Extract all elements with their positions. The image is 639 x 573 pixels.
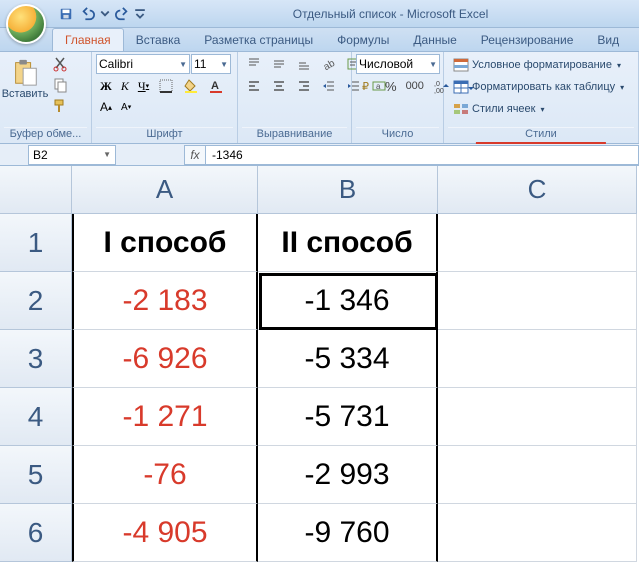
tab-review[interactable]: Рецензирование [469,29,586,51]
cell-A1[interactable]: I способ [72,214,258,272]
tab-formulas[interactable]: Формулы [325,29,401,51]
align-center-icon[interactable] [267,76,291,96]
number-format-combo[interactable]: Числовой▼ [356,54,440,74]
cell-A5[interactable]: -76 [72,446,258,504]
orientation-icon[interactable]: ab [317,54,341,74]
tab-view[interactable]: Вид [585,29,631,51]
cell-B2[interactable]: -1 346 [258,272,438,330]
fill-color-icon[interactable] [179,76,203,96]
accounting-format-icon[interactable]: ₽ [356,76,380,96]
redo-icon[interactable] [112,4,132,24]
row-header-5[interactable]: 5 [0,446,72,504]
title-bar: Отдельный список - Microsoft Excel [0,0,639,28]
svg-text:,00: ,00 [434,88,444,94]
tab-page-layout[interactable]: Разметка страницы [192,29,325,51]
fx-button[interactable]: fx [184,145,206,165]
row-header-4[interactable]: 4 [0,388,72,446]
group-styles: Условное форматирование▾ Форматировать к… [444,52,639,143]
underline-button[interactable]: Ч ▾ [134,77,153,96]
border-icon[interactable] [154,76,178,96]
align-left-icon[interactable] [242,76,266,96]
decrease-indent-icon[interactable] [317,76,341,96]
qat-customize-icon[interactable] [134,4,146,24]
formula-bar: B2▼ fx -1346 [0,144,639,166]
cell-B1[interactable]: II способ [258,214,438,272]
col-header-A[interactable]: A [72,166,258,214]
svg-text:₽: ₽ [362,81,369,93]
tab-home[interactable]: Главная [52,28,124,51]
group-font: Calibri▼ 11▼ Ж К Ч ▾ A A▴ A▾ Шрифт [92,52,238,143]
align-bottom-icon[interactable] [292,54,316,74]
col-header-B[interactable]: B [258,166,438,214]
cell-C2[interactable] [438,272,637,330]
row-header-6[interactable]: 6 [0,504,72,562]
paste-label: Вставить [2,89,49,100]
ribbon-tabs: Главная Вставка Разметка страницы Формул… [0,28,639,52]
formula-input[interactable]: -1346 [206,145,639,165]
clipboard-label: Буфер обме... [4,127,87,143]
cell-A4[interactable]: -1 271 [72,388,258,446]
italic-button[interactable]: К [117,77,133,96]
styles-label: Стили [448,127,634,143]
ribbon: Вставить Буфер обме... Calibri▼ 11▼ Ж К … [0,52,639,144]
shrink-font-icon[interactable]: A▾ [117,100,135,115]
office-button[interactable] [6,4,46,44]
quick-access-toolbar [56,4,146,24]
save-icon[interactable] [56,4,76,24]
cell-A2[interactable]: -2 183 [72,272,258,330]
cell-B5[interactable]: -2 993 [258,446,438,504]
undo-icon[interactable] [78,4,98,24]
percent-format-icon[interactable]: % [381,77,401,96]
worksheet-grid[interactable]: A B C 1 I способ II способ 2 -2 183 -1 3… [0,166,639,562]
window-title: Отдельный список - Microsoft Excel [146,7,635,21]
name-box[interactable]: B2▼ [28,145,116,165]
cell-C6[interactable] [438,504,637,562]
cell-C4[interactable] [438,388,637,446]
conditional-formatting-button[interactable]: Условное форматирование▾ [448,54,626,76]
tab-data[interactable]: Данные [401,29,468,51]
bold-button[interactable]: Ж [96,77,116,96]
font-color-icon[interactable]: A [204,76,228,96]
align-middle-icon[interactable] [267,54,291,74]
row-header-2[interactable]: 2 [0,272,72,330]
cut-icon[interactable] [48,54,72,74]
cell-B3[interactable]: -5 334 [258,330,438,388]
format-painter-icon[interactable] [48,96,72,116]
alignment-label: Выравнивание [242,127,347,143]
cell-A6[interactable]: -4 905 [72,504,258,562]
format-as-table-button[interactable]: Форматировать как таблицу▾ [448,76,629,98]
qat-dropdown-icon[interactable] [100,4,110,24]
number-label: Число [356,127,439,143]
grow-font-icon[interactable]: A▴ [96,98,116,116]
cell-C5[interactable] [438,446,637,504]
col-header-C[interactable]: C [438,166,637,214]
svg-text:,0: ,0 [434,81,440,88]
group-alignment: ab a Выравнивание [238,52,352,143]
cell-C1[interactable] [438,214,637,272]
group-number: Числовой▼ ₽ % 000 ,0,00 ,00,0 Число [352,52,444,143]
paste-button[interactable]: Вставить [4,54,46,103]
select-all-corner[interactable] [0,166,72,214]
svg-text:ab: ab [322,58,337,72]
copy-icon[interactable] [48,75,72,95]
row-header-1[interactable]: 1 [0,214,72,272]
cell-B6[interactable]: -9 760 [258,504,438,562]
row-header-3[interactable]: 3 [0,330,72,388]
tab-insert[interactable]: Вставка [124,29,193,51]
align-top-icon[interactable] [242,54,266,74]
group-clipboard: Вставить Буфер обме... [0,52,92,143]
cell-styles-button[interactable]: Стили ячеек▾ [448,98,550,120]
svg-text:A: A [211,80,219,92]
cell-A3[interactable]: -6 926 [72,330,258,388]
font-name-combo[interactable]: Calibri▼ [96,54,190,74]
cell-C3[interactable] [438,330,637,388]
font-size-combo[interactable]: 11▼ [191,54,231,74]
cell-B4[interactable]: -5 731 [258,388,438,446]
font-label: Шрифт [96,127,233,143]
align-right-icon[interactable] [292,76,316,96]
comma-format-icon[interactable]: 000 [402,78,428,94]
